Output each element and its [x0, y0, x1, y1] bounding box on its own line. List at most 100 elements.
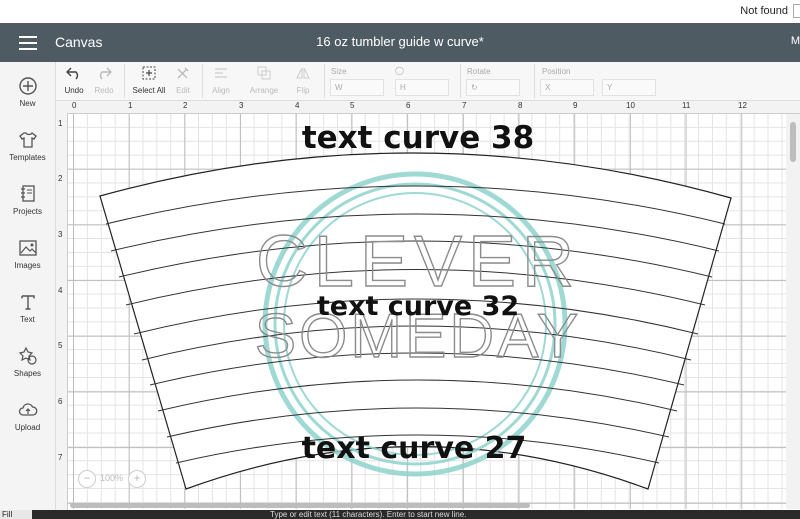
- sidebar-item-label: Upload: [14, 423, 41, 432]
- fill-label: Fill: [0, 510, 32, 519]
- vertical-scrollbar[interactable]: [786, 114, 800, 509]
- ruler-tick-label: 1: [58, 119, 63, 128]
- undo-icon: [66, 67, 79, 80]
- arrange-button[interactable]: Arrange: [242, 62, 286, 100]
- ruler-tick-label: 8: [518, 101, 523, 110]
- cloud-upload-icon: [18, 403, 37, 416]
- size-height-label: H: [400, 83, 406, 92]
- size-height-field[interactable]: H: [395, 79, 449, 96]
- ruler-tick-label: 12: [738, 101, 747, 110]
- notebook-icon: [20, 185, 35, 202]
- flip-label: Flip: [296, 86, 310, 95]
- document-title: 16 oz tumbler guide w curve*: [316, 34, 484, 49]
- text-t-icon: [20, 295, 35, 310]
- ruler-tick-label: 4: [295, 101, 300, 110]
- sidebar-item-shapes[interactable]: Shapes: [0, 346, 55, 378]
- position-y-label: Y: [607, 83, 613, 92]
- rotate-group-label: Rotate: [467, 67, 491, 76]
- app-header: Canvas 16 oz tumbler guide w curve* M: [0, 23, 800, 62]
- curved-text-32[interactable]: text curve 32: [317, 291, 519, 322]
- tumbler-artwork: CLEVER SOMEDAY text curve 38 text curve …: [99, 120, 732, 490]
- shapes-icon: [18, 346, 37, 365]
- curved-text-38[interactable]: text curve 38: [302, 120, 534, 156]
- ruler-tick-label: 4: [58, 286, 63, 295]
- ruler-tick-label: 9: [573, 101, 578, 110]
- toolbar-divider: [124, 64, 125, 98]
- position-group-label: Position: [542, 67, 571, 76]
- top-ruler: 0 1 2 3 4 5 6 7 8 9 10 11 12: [56, 101, 800, 114]
- left-ruler: 1 2 3 4 5 6 7: [56, 113, 68, 519]
- sidebar-item-images[interactable]: Images: [0, 238, 55, 270]
- horizontal-scrollbar[interactable]: [68, 502, 786, 510]
- ruler-tick-label: 10: [626, 101, 635, 110]
- ruler-tick-label: 2: [58, 174, 63, 183]
- position-x-field[interactable]: X: [540, 79, 594, 96]
- ruler-tick-label: 3: [58, 230, 63, 239]
- shirt-icon: [18, 132, 37, 148]
- sidebar-item-label: Templates: [9, 153, 46, 162]
- find-input-edge[interactable]: [793, 4, 800, 18]
- sidebar-item-upload[interactable]: Upload: [0, 400, 55, 432]
- left-sidebar: New Templates Projects Images Text Shape…: [0, 62, 56, 519]
- ruler-tick-label: 3: [239, 101, 244, 110]
- rotate-icon: ↻: [471, 83, 478, 92]
- select-all-button[interactable]: Select All: [130, 62, 168, 100]
- ruler-tick-label: 1: [128, 101, 133, 110]
- undo-label: Undo: [64, 86, 84, 95]
- align-icon: [215, 68, 227, 78]
- ruler-tick-label: 2: [183, 101, 188, 110]
- arrange-label: Arrange: [249, 86, 279, 95]
- ruler-tick-label: 5: [350, 101, 355, 110]
- sidebar-item-text[interactable]: Text: [0, 292, 55, 324]
- sidebar-item-label: Text: [20, 315, 35, 324]
- flip-icon: [296, 67, 310, 79]
- zoom-in-button[interactable]: +: [128, 470, 146, 488]
- image-icon: [18, 240, 37, 256]
- position-y-field[interactable]: Y: [602, 79, 656, 96]
- sidebar-item-new[interactable]: New: [0, 76, 55, 108]
- ruler-tick-label: 5: [58, 341, 63, 350]
- header-right-label[interactable]: M: [791, 35, 800, 47]
- watermark-clever: CLEVER: [256, 222, 580, 302]
- curved-text-27[interactable]: text curve 27: [302, 431, 527, 466]
- edit-toolbar: Undo Redo Select All Edit Align Arrange …: [56, 62, 800, 101]
- toolbar-divider: [324, 64, 325, 98]
- ruler-tick-label: 7: [58, 453, 63, 462]
- toolbar-divider: [202, 64, 203, 98]
- redo-button[interactable]: Redo: [90, 62, 118, 100]
- bottom-status-bar: Fill Type or edit text (11 characters). …: [0, 510, 800, 519]
- find-status-text: Not found: [740, 5, 788, 17]
- align-label: Align: [212, 86, 230, 95]
- zoom-level: 100%: [100, 473, 124, 483]
- arrange-icon: [257, 66, 271, 80]
- ruler-tick-label: 6: [406, 101, 411, 110]
- position-x-label: X: [545, 83, 551, 92]
- design-canvas[interactable]: CLEVER SOMEDAY text curve 38 text curve …: [68, 114, 786, 509]
- size-group-label: Size: [331, 67, 347, 76]
- vertical-scroll-thumb[interactable]: [790, 122, 796, 162]
- size-width-field[interactable]: W: [330, 79, 384, 96]
- select-all-icon: [142, 66, 156, 80]
- ruler-tick-label: 11: [682, 101, 691, 110]
- horizontal-scroll-thumb[interactable]: [70, 503, 530, 508]
- sidebar-item-templates[interactable]: Templates: [0, 130, 55, 162]
- sidebar-item-projects[interactable]: Projects: [0, 184, 55, 216]
- edit-button[interactable]: Edit: [170, 62, 196, 100]
- lock-icon[interactable]: ◯: [395, 66, 404, 75]
- redo-icon: [99, 67, 112, 80]
- browser-top-strip: Not found: [0, 0, 800, 24]
- toolbar-divider: [534, 64, 535, 98]
- size-width-label: W: [335, 83, 343, 92]
- redo-label: Redo: [94, 86, 114, 95]
- edit-tools-icon: [177, 67, 189, 79]
- toolbar-divider: [460, 64, 461, 98]
- sidebar-item-label: Shapes: [13, 369, 42, 378]
- align-button[interactable]: Align: [206, 62, 236, 100]
- zoom-out-button[interactable]: −: [78, 470, 96, 488]
- flip-button[interactable]: Flip: [288, 62, 318, 100]
- sidebar-item-label: New: [19, 99, 36, 108]
- sidebar-item-label: Images: [14, 261, 41, 270]
- rotate-field[interactable]: ↻: [466, 79, 520, 96]
- sidebar-item-label: Projects: [13, 207, 42, 216]
- undo-button[interactable]: Undo: [60, 62, 88, 100]
